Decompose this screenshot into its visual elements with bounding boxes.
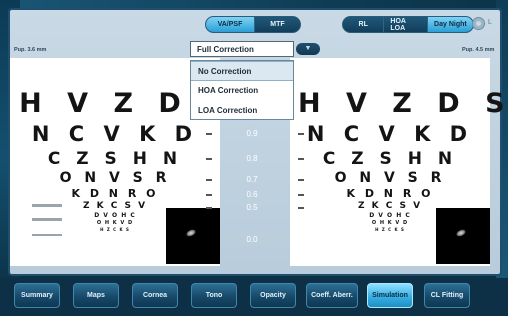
pupil-left-label: Pup. 3.6 mm: [14, 47, 47, 53]
view-mode-toggle: VA/PSF MTF: [205, 16, 301, 33]
tab-simulation[interactable]: Simulation: [367, 283, 413, 308]
correction-options-list: No Correction HOA Correction LOA Correct…: [190, 60, 294, 120]
eye-side-label: L: [488, 19, 492, 26]
acuity-tick: [298, 194, 304, 196]
right-acuity-chart: H V Z D S N C V K D C Z S H N O N V S R …: [290, 58, 508, 266]
acuity-tick: [298, 179, 304, 181]
chart-line: [32, 218, 62, 221]
tab-opacity[interactable]: Opacity: [250, 283, 296, 308]
pupil-right-label: Pup. 4.5 mm: [462, 47, 495, 53]
psf-thumbnail-right: [436, 208, 490, 264]
acuity-value: 0.7: [246, 175, 258, 184]
chart-row: N C V K D: [31, 122, 199, 146]
option-no-correction[interactable]: No Correction: [191, 61, 293, 81]
tab-cornea[interactable]: Cornea: [132, 283, 178, 308]
day-night-button[interactable]: Day Night: [427, 17, 473, 32]
chart-row: O N V S R: [334, 170, 446, 186]
tab-cl-fitting[interactable]: CL Fitting: [424, 283, 470, 308]
chart-row: C Z S H N: [47, 149, 183, 169]
acuity-tick: [298, 207, 304, 209]
psf-thumbnail-left: [166, 208, 220, 264]
tab-summary[interactable]: Summary: [14, 283, 60, 308]
chart-row: K D N R O: [346, 187, 434, 200]
acuity-tick: [298, 158, 304, 160]
rl-button[interactable]: RL: [343, 17, 385, 32]
chart-row: O N V S R: [59, 170, 171, 186]
acuity-value: 0.8: [246, 154, 258, 163]
left-acuity-chart: H V Z D N C V K D C Z S H N O N V S R K …: [10, 58, 220, 266]
bottom-navigation: Summary Maps Cornea Tono Opacity Coeff. …: [0, 278, 508, 316]
acuity-tick: [206, 158, 212, 160]
acuity-value: 0.6: [246, 190, 258, 199]
chart-row: N C V K D: [306, 122, 474, 146]
acuity-tick: [298, 133, 304, 135]
acuity-value: 0.5: [246, 203, 258, 212]
acuity-tick: [206, 179, 212, 181]
display-options-toggle: RL HOA LOA Day Night: [342, 16, 474, 33]
correction-select[interactable]: Full Correction: [190, 41, 294, 57]
acuity-value: 0.0: [246, 235, 258, 244]
chevron-down-icon[interactable]: ▼: [296, 43, 320, 55]
chart-line: [32, 234, 62, 236]
acuity-tick: [206, 133, 212, 135]
va-psf-button[interactable]: VA/PSF: [206, 17, 255, 32]
chart-row: H V Z D S: [298, 88, 508, 119]
chart-row: C Z S H N: [322, 149, 458, 169]
option-loa-correction[interactable]: LOA Correction: [191, 101, 293, 121]
chart-row: K D N R O: [71, 187, 159, 200]
settings-icon[interactable]: [472, 17, 485, 30]
hoa-loa-button[interactable]: HOA LOA: [384, 17, 428, 32]
tab-tono[interactable]: Tono: [191, 283, 237, 308]
acuity-value: 0.9: [246, 129, 258, 138]
chart-row: H V Z D: [19, 88, 189, 119]
chart-line: [32, 204, 62, 207]
acuity-tick: [206, 194, 212, 196]
mtf-button[interactable]: MTF: [254, 17, 300, 32]
tab-coeff-aberr[interactable]: Coeff. Aberr.: [306, 283, 358, 308]
option-hoa-correction[interactable]: HOA Correction: [191, 81, 293, 101]
tab-maps[interactable]: Maps: [73, 283, 119, 308]
acuity-tick: [206, 207, 212, 209]
